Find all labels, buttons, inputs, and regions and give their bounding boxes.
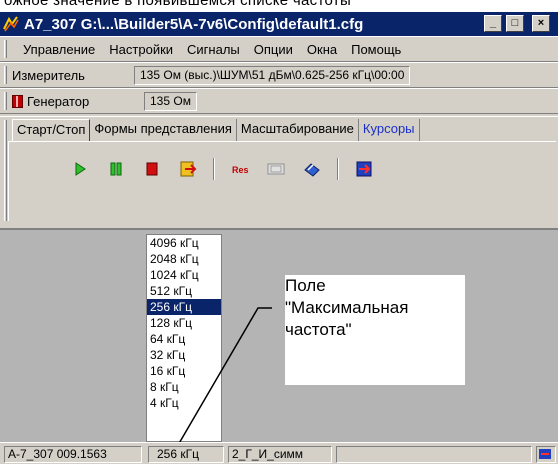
status-mode: 2_Г_И_симм <box>228 446 332 463</box>
status-empty-panel <box>336 446 532 463</box>
status-device: А-7_307 009.1563 <box>4 446 142 463</box>
status-bar: А-7_307 009.1563 256 кГц 2_Г_И_симм <box>0 442 558 464</box>
annotation-pointer <box>173 307 272 453</box>
status-exit-icon[interactable] <box>536 446 556 463</box>
status-max-frequency[interactable]: 256 кГц <box>148 446 224 463</box>
